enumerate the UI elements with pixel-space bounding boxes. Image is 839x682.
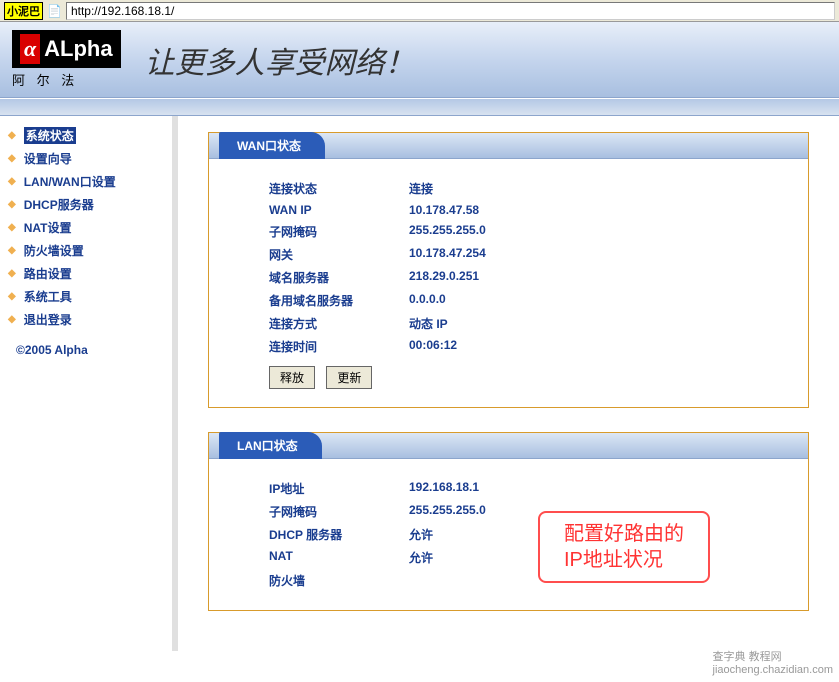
row-value: 允许 — [409, 549, 788, 566]
table-row: NAT允许 — [269, 546, 788, 569]
bullet-icon: ◆ — [8, 314, 16, 325]
row-value: 192.168.18.1 — [409, 480, 788, 497]
lan-status-panel: LAN口状态 IP地址192.168.18.1 子网掩码255.255.255.… — [208, 432, 809, 611]
panel-header: WAN口状态 — [209, 133, 808, 159]
wan-status-panel: WAN口状态 连接状态连接 WAN IP10.178.47.58 子网掩码255… — [208, 132, 809, 408]
watermark-line2: jiaocheng.chazidian.com — [713, 664, 833, 676]
sidebar-item-system-tools[interactable]: ◆ 系统工具 — [8, 285, 172, 308]
row-value: 连接 — [409, 180, 788, 197]
row-label: 防火墙 — [269, 572, 409, 589]
copyright-text: ©2005 Alpha — [8, 343, 172, 357]
logo-subtext: 阿 尔 法 — [12, 70, 121, 89]
table-row: 连接状态连接 — [269, 177, 788, 200]
browser-address-bar: 小泥巴 📄 — [0, 0, 839, 22]
logo-alpha-icon: α — [20, 34, 40, 64]
bullet-icon: ◆ — [8, 153, 16, 164]
sidebar-item-logout[interactable]: ◆ 退出登录 — [8, 308, 172, 331]
table-row: 防火墙 — [269, 569, 788, 592]
logo-text: ALpha — [44, 36, 112, 62]
row-value: 255.255.255.0 — [409, 223, 788, 240]
panel-title: LAN口状态 — [219, 432, 322, 459]
row-value: 0.0.0.0 — [409, 292, 788, 309]
bullet-icon: ◆ — [8, 176, 16, 187]
header-divider — [0, 98, 839, 116]
watermark: 查字典 教程网 jiaocheng.chazidian.com — [713, 648, 833, 676]
row-label: 网关 — [269, 246, 409, 263]
sidebar-item-label: NAT设置 — [24, 219, 72, 236]
sidebar-item-firewall[interactable]: ◆ 防火墙设置 — [8, 239, 172, 262]
bullet-icon: ◆ — [8, 245, 16, 256]
main-content: 刷 新 WAN口状态 连接状态连接 WAN IP10.178.47.58 子网掩… — [178, 116, 839, 651]
sidebar-item-label: 系统状态 — [24, 127, 76, 144]
sidebar-item-label: 防火墙设置 — [24, 242, 84, 259]
row-label: 连接时间 — [269, 338, 409, 355]
row-value: 10.178.47.58 — [409, 203, 788, 217]
row-label: IP地址 — [269, 480, 409, 497]
sidebar-item-routing[interactable]: ◆ 路由设置 — [8, 262, 172, 285]
row-value: 10.178.47.254 — [409, 246, 788, 263]
sidebar-item-label: DHCP服务器 — [24, 196, 94, 213]
update-button[interactable]: 更新 — [326, 366, 372, 389]
row-label: 子网掩码 — [269, 503, 409, 520]
row-value: 218.29.0.251 — [409, 269, 788, 286]
sidebar-item-system-status[interactable]: ◆ 系统状态 — [8, 124, 172, 147]
sidebar-item-lan-wan[interactable]: ◆ LAN/WAN口设置 — [8, 170, 172, 193]
page-header: α ALpha 阿 尔 法 让更多人享受网络！ — [0, 22, 839, 98]
table-row: WAN IP10.178.47.58 — [269, 200, 788, 220]
bullet-icon: ◆ — [8, 291, 16, 302]
table-row: 备用域名服务器0.0.0.0 — [269, 289, 788, 312]
row-value: 00:06:12 — [409, 338, 788, 355]
panel-header: LAN口状态 — [209, 433, 808, 459]
row-label: NAT — [269, 549, 409, 566]
bullet-icon: ◆ — [8, 268, 16, 279]
row-value: 255.255.255.0 — [409, 503, 788, 520]
table-row: 连接时间00:06:12 — [269, 335, 788, 358]
table-row: 域名服务器218.29.0.251 — [269, 266, 788, 289]
sidebar-item-dhcp[interactable]: ◆ DHCP服务器 — [8, 193, 172, 216]
url-input[interactable] — [66, 2, 835, 20]
row-value — [409, 572, 788, 589]
table-row: 连接方式动态 IP — [269, 312, 788, 335]
row-label: 连接状态 — [269, 180, 409, 197]
bullet-icon: ◆ — [8, 222, 16, 233]
row-label: WAN IP — [269, 203, 409, 217]
row-label: 备用域名服务器 — [269, 292, 409, 309]
sidebar-item-label: 系统工具 — [24, 288, 72, 305]
watermark-line1: 查字典 教程网 — [713, 648, 833, 664]
sidebar-item-label: LAN/WAN口设置 — [24, 173, 116, 190]
table-row: IP地址192.168.18.1 — [269, 477, 788, 500]
sidebar-item-nat[interactable]: ◆ NAT设置 — [8, 216, 172, 239]
logo: α ALpha 阿 尔 法 — [12, 30, 121, 89]
row-value: 允许 — [409, 526, 788, 543]
bullet-icon: ◆ — [8, 130, 16, 141]
row-label: 域名服务器 — [269, 269, 409, 286]
sidebar-item-label: 路由设置 — [24, 265, 72, 282]
panel-title: WAN口状态 — [219, 132, 325, 159]
table-row: 子网掩码255.255.255.0 — [269, 220, 788, 243]
release-button[interactable]: 释放 — [269, 366, 315, 389]
row-value: 动态 IP — [409, 315, 788, 332]
page-icon: 📄 — [47, 4, 62, 18]
table-row: 子网掩码255.255.255.0 — [269, 500, 788, 523]
row-label: DHCP 服务器 — [269, 526, 409, 543]
bullet-icon: ◆ — [8, 199, 16, 210]
row-label: 连接方式 — [269, 315, 409, 332]
slogan-text: 让更多人享受网络！ — [145, 38, 415, 82]
sidebar-item-label: 退出登录 — [24, 311, 72, 328]
row-label: 子网掩码 — [269, 223, 409, 240]
sidebar: ◆系统状态 ◆设置向导 ◆LAN/WAN口设置 ◆DHCP服务器 ◆NAT设置 … — [0, 116, 178, 651]
table-row: DHCP 服务器允许 — [269, 523, 788, 546]
table-row: 网关10.178.47.254 — [269, 243, 788, 266]
browser-badge: 小泥巴 — [4, 2, 43, 20]
sidebar-item-setup-wizard[interactable]: ◆ 设置向导 — [8, 147, 172, 170]
sidebar-item-label: 设置向导 — [24, 150, 72, 167]
